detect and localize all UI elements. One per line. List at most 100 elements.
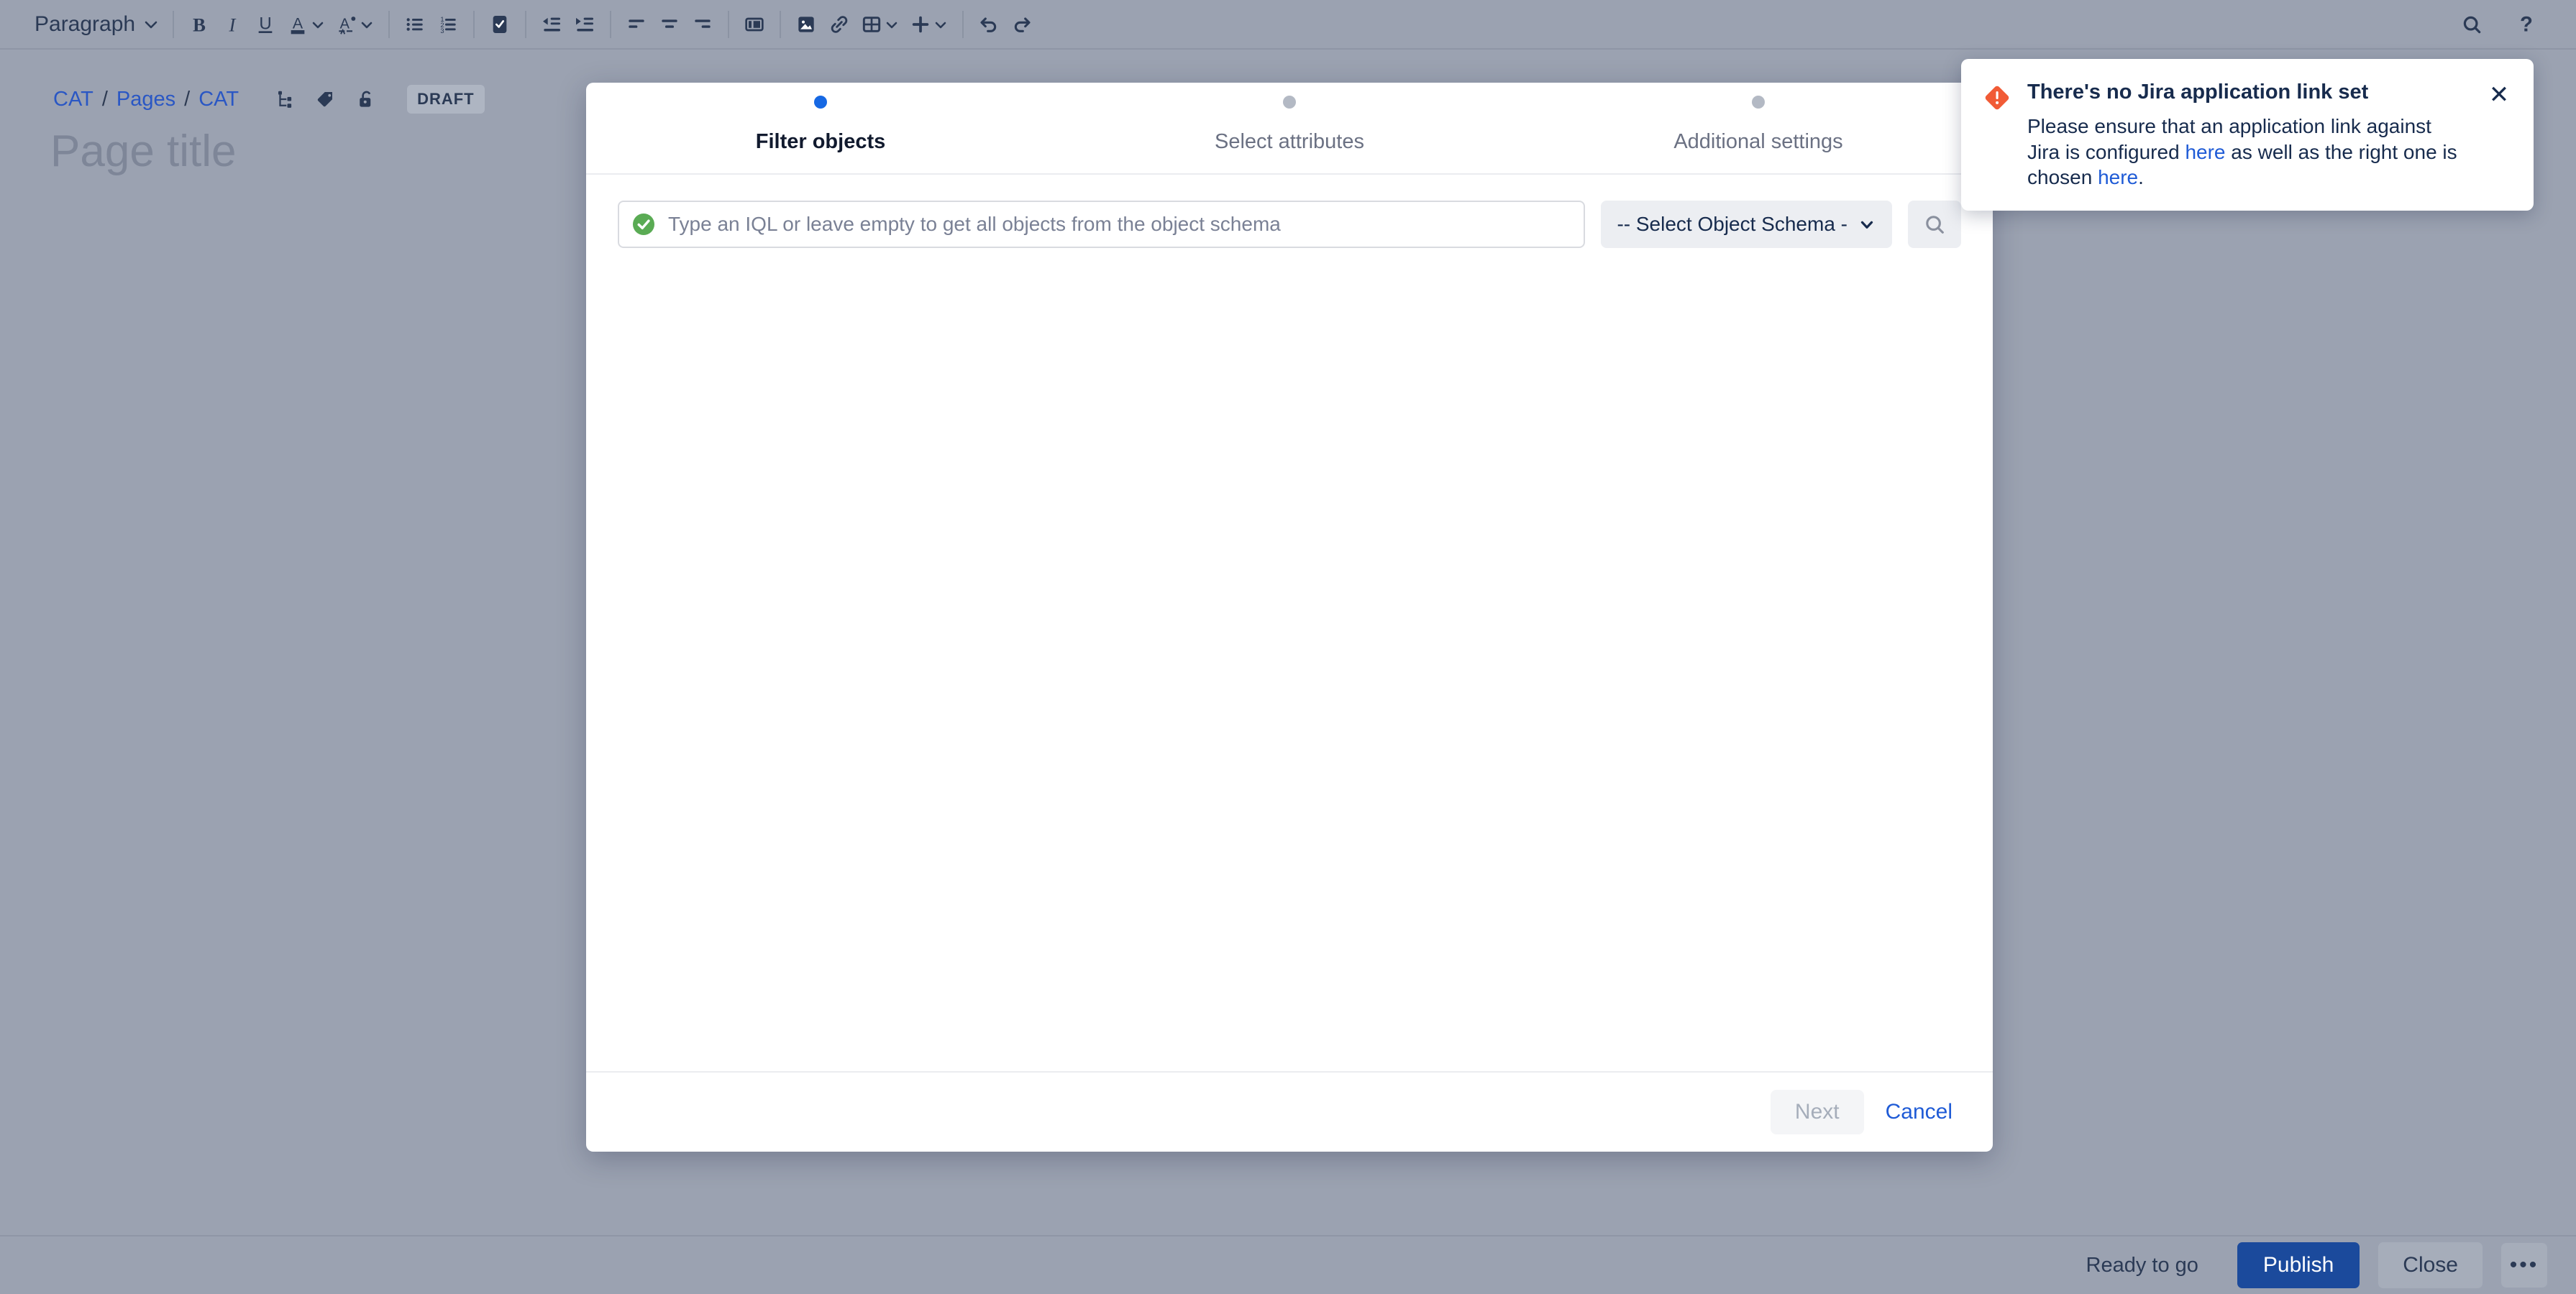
paragraph-style-dropdown[interactable]: Paragraph [16, 8, 164, 41]
chevron-down-icon [932, 16, 949, 33]
more-options-button[interactable]: ••• [2501, 1243, 2547, 1288]
svg-text:A: A [293, 14, 303, 32]
outdent-icon [540, 13, 563, 36]
breadcrumb: CAT / Pages / CAT DRAFT [53, 85, 485, 114]
breadcrumb-separator: / [184, 87, 191, 111]
text-color-icon: A [286, 13, 309, 36]
toolbar-divider [473, 10, 475, 38]
align-left-button[interactable] [620, 8, 653, 41]
paragraph-style-label: Paragraph [35, 12, 136, 36]
publish-button[interactable]: Publish [2237, 1242, 2360, 1288]
toolbar-divider [728, 10, 730, 38]
next-button[interactable]: Next [1770, 1090, 1864, 1134]
check-circle-icon [631, 211, 657, 237]
cancel-button[interactable]: Cancel [1877, 1090, 1961, 1134]
task-list-button[interactable] [483, 8, 516, 41]
page-title[interactable]: Page title [50, 126, 237, 177]
italic-button[interactable]: I [216, 8, 249, 41]
step-label-3: Additional settings [1673, 130, 1843, 153]
toolbar-divider [610, 10, 612, 38]
toolbar-divider [525, 10, 527, 38]
close-icon[interactable]: ✕ [2483, 79, 2515, 111]
close-button[interactable]: Close [2378, 1242, 2483, 1288]
filter-row: -- Select Object Schema - [618, 201, 1961, 248]
toolbar-divider [780, 10, 782, 38]
link-button[interactable] [823, 8, 856, 41]
image-button[interactable] [790, 8, 823, 41]
numbered-list-icon: 123 [437, 13, 460, 36]
checkbox-icon [488, 13, 511, 36]
page-tree-icon[interactable] [275, 88, 296, 110]
indent-icon [573, 13, 596, 36]
step-select-attributes[interactable]: Select attributes [1055, 96, 1524, 154]
error-diamond-icon [1983, 83, 2011, 112]
text-color-button[interactable]: A [282, 8, 331, 41]
step-dot-2 [1283, 96, 1296, 109]
svg-text:A: A [340, 16, 350, 32]
undo-button[interactable] [972, 8, 1005, 41]
breadcrumb-item-space[interactable]: CAT [53, 88, 93, 111]
error-flag-title: There's no Jira application link set [2027, 81, 2369, 104]
run-search-button[interactable] [1908, 201, 1961, 248]
bold-icon: B [188, 13, 211, 36]
chevron-down-icon [358, 16, 375, 33]
link-icon [828, 13, 851, 36]
undo-icon [977, 13, 1000, 36]
layouts-button[interactable] [738, 8, 771, 41]
insert-objects-modal: Filter objects Select attributes Additio… [586, 83, 1993, 1152]
svg-text:B: B [193, 14, 206, 35]
flag-link-choose[interactable]: here [2098, 166, 2138, 188]
numbered-list-button[interactable]: 123 [431, 8, 465, 41]
status-badge: DRAFT [407, 85, 485, 114]
align-left-icon [625, 13, 648, 36]
label-tag-icon[interactable] [315, 88, 337, 110]
breadcrumb-separator: / [101, 87, 108, 111]
redo-icon [1010, 13, 1033, 36]
align-center-button[interactable] [653, 8, 686, 41]
modal-step-indicator: Filter objects Select attributes Additio… [586, 83, 1993, 175]
unlock-restrictions-icon[interactable] [355, 88, 377, 110]
object-schema-select-label: -- Select Object Schema - [1617, 213, 1847, 235]
object-schema-select[interactable]: -- Select Object Schema - [1601, 201, 1892, 248]
text-styles-button[interactable]: A [331, 8, 380, 41]
modal-body: -- Select Object Schema - [586, 175, 1993, 1071]
step-additional-settings[interactable]: Additional settings [1524, 96, 1993, 154]
search-button[interactable] [2455, 8, 2488, 41]
align-right-button[interactable] [686, 8, 719, 41]
flag-desc-part3: . [2138, 166, 2144, 189]
error-flag-description: Please ensure that an application link a… [2027, 114, 2467, 191]
bold-button[interactable]: B [183, 8, 216, 41]
iql-input-wrapper[interactable] [618, 201, 1586, 248]
editor-toolbar: Paragraph B I U A A 1 2 3 ? [0, 0, 2576, 50]
step-filter-objects[interactable]: Filter objects [586, 96, 1055, 154]
chevron-down-icon [883, 16, 900, 33]
toolbar-divider [388, 10, 390, 38]
help-icon: ? [2515, 13, 2538, 36]
bullet-list-icon [403, 13, 426, 36]
search-icon [2460, 13, 2483, 36]
insert-button[interactable] [905, 8, 954, 41]
indent-button[interactable] [568, 8, 601, 41]
table-button[interactable] [856, 8, 905, 41]
breadcrumb-item-pages[interactable]: Pages [117, 88, 175, 111]
bullet-list-button[interactable] [398, 8, 431, 41]
underline-icon: U [254, 13, 277, 36]
outdent-button[interactable] [535, 8, 568, 41]
error-flag: There's no Jira application link set Ple… [1961, 59, 2534, 211]
svg-text:I: I [229, 14, 237, 35]
align-right-icon [691, 13, 714, 36]
iql-input[interactable] [657, 213, 1573, 236]
italic-icon: I [221, 13, 244, 36]
breadcrumb-item-page[interactable]: CAT [198, 88, 239, 111]
underline-button[interactable]: U [249, 8, 282, 41]
svg-text:3: 3 [440, 27, 444, 35]
table-icon [860, 13, 883, 36]
redo-button[interactable] [1005, 8, 1038, 41]
flag-link-configure[interactable]: here [2185, 141, 2225, 163]
svg-text:?: ? [2520, 13, 2533, 36]
modal-footer: Next Cancel [586, 1071, 1993, 1152]
step-label-2: Select attributes [1215, 130, 1364, 153]
help-button[interactable]: ? [2510, 8, 2543, 41]
step-dot-1 [814, 96, 827, 109]
step-dot-3 [1752, 96, 1765, 109]
